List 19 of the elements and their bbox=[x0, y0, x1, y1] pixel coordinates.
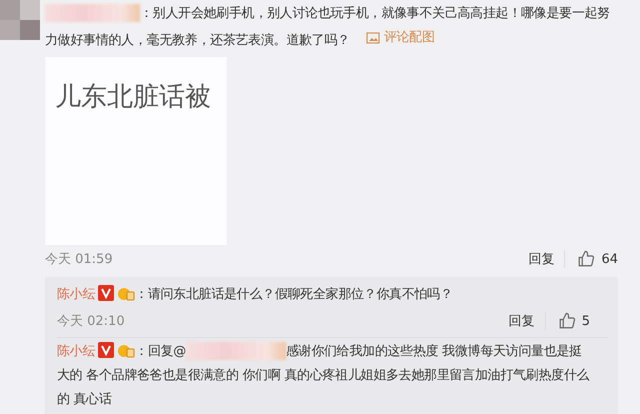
like-button[interactable]: 5 bbox=[546, 312, 590, 330]
reply-link[interactable]: 回复 bbox=[508, 312, 546, 330]
thumbs-up-icon bbox=[558, 312, 576, 330]
verified-icon bbox=[98, 285, 114, 301]
image-text: 儿东北脏话被 bbox=[55, 81, 211, 114]
timestamp: 今天 02:10 bbox=[57, 313, 126, 330]
comment-image[interactable]: 儿东北脏话被 bbox=[45, 57, 227, 245]
medal-icon bbox=[117, 342, 136, 358]
timestamp: 今天 01:59 bbox=[45, 251, 114, 268]
medal-icon bbox=[117, 285, 136, 301]
thumbs-up-icon bbox=[577, 250, 596, 268]
image-icon bbox=[366, 32, 380, 44]
reply-text: 陈小纭 ：回复@ 感谢你们给我加的这些热度 我微博每天访问量也是挺大的 各个品牌爸爸也是很满意的 你们啊 真的心疼祖儿姐姐多去她那里留言加油打气刷热度什么的 真心话 bbox=[57, 341, 590, 409]
blurred-avatar bbox=[0, 0, 40, 40]
like-button[interactable]: 64 bbox=[565, 250, 618, 268]
reply-link[interactable]: 回复 bbox=[528, 250, 566, 268]
verified-icon bbox=[98, 342, 114, 358]
reply-text: 陈小纭 ：请问东北脏话是什么？假聊死全家那位？你真不怕吗？ bbox=[57, 284, 454, 304]
comment-text: ：别人开会她刷手机，别人讨论也玩手机，就像事不关己高高挂起！哪像是要一起努力做好事情的人，毫无教养，还茶艺表演。道歉了吗？ 评论配图 bbox=[45, 3, 611, 52]
